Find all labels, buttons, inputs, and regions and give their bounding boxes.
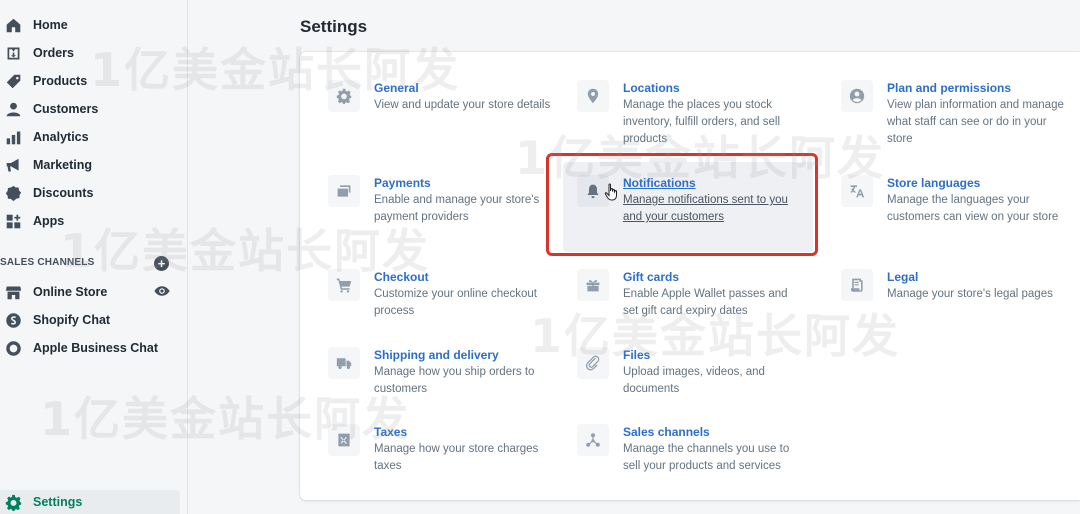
- tile-title: Store languages: [887, 176, 981, 190]
- legal-icon: [841, 269, 873, 301]
- discount-icon: [3, 184, 23, 202]
- tile-description: Manage how your store charges taxes: [374, 443, 539, 472]
- home-icon: [3, 16, 23, 34]
- nav-settings-label: Settings: [33, 495, 83, 509]
- nav-discounts-label: Discounts: [33, 186, 94, 200]
- store-icon: [3, 283, 23, 301]
- tile-description: Manage how you ship orders to customers: [374, 366, 535, 395]
- nav-apps[interactable]: Apps: [0, 210, 188, 232]
- settings-tile-taxes[interactable]: Taxes Manage how your store charges taxe…: [328, 424, 563, 504]
- tile-description: Manage the places you stock inventory, f…: [623, 99, 781, 145]
- tile-title: Taxes: [374, 425, 408, 439]
- tile-description: Enable Apple Wallet passes and set gift …: [623, 288, 788, 317]
- nav-products-label: Products: [33, 74, 88, 88]
- sidebar: Home Orders Products Customers Analytics…: [0, 0, 188, 514]
- settings-tile-checkout[interactable]: Checkout Customize your online checkout …: [328, 269, 563, 349]
- tile-title: Plan and permissions: [887, 81, 1012, 95]
- nav-apple-business-chat-label: Apple Business Chat: [33, 341, 159, 355]
- nav-analytics[interactable]: Analytics: [0, 126, 188, 148]
- translate-icon: [841, 175, 873, 207]
- settings-tile-sales-channels[interactable]: Sales channels Manage the channels you u…: [577, 424, 812, 504]
- nav-discounts[interactable]: Discounts: [0, 182, 188, 204]
- settings-tile-gift-cards[interactable]: Gift cards Enable Apple Wallet passes an…: [577, 269, 812, 349]
- gear-icon: [3, 494, 23, 511]
- gift-icon: [577, 269, 609, 301]
- nav-customers-label: Customers: [33, 102, 99, 116]
- settings-tile-general[interactable]: General View and update your store detai…: [328, 80, 563, 160]
- person-icon: [3, 100, 23, 118]
- location-pin-icon: [577, 80, 609, 112]
- tile-title: Sales channels: [623, 425, 710, 439]
- nav-home[interactable]: Home: [0, 14, 188, 36]
- add-sales-channel-button[interactable]: +: [154, 256, 169, 271]
- settings-tile-legal[interactable]: Legal Manage your store's legal pages: [841, 269, 1076, 349]
- nav-shopify-chat-label: Shopify Chat: [33, 313, 111, 327]
- tile-description: Upload images, videos, and documents: [623, 366, 765, 395]
- bar-chart-icon: [3, 128, 23, 146]
- shopify-chat-icon: [3, 311, 23, 329]
- tile-description: Manage the languages your customers can …: [887, 194, 1059, 223]
- settings-tile-locations[interactable]: Locations Manage the places you stock in…: [577, 80, 812, 160]
- settings-tile-shipping[interactable]: Shipping and delivery Manage how you shi…: [328, 347, 563, 427]
- tile-description: Manage your store's legal pages: [887, 288, 1053, 300]
- apps-icon: [3, 212, 23, 230]
- payments-icon: [328, 175, 360, 207]
- tile-title: Locations: [623, 81, 680, 95]
- tile-title: Payments: [374, 176, 431, 190]
- nav-analytics-label: Analytics: [33, 130, 89, 144]
- tile-description: Customize your online checkout process: [374, 288, 537, 317]
- eye-icon[interactable]: [154, 284, 170, 298]
- settings-tile-files[interactable]: Files Upload images, videos, and documen…: [577, 347, 812, 427]
- sales-channels-icon: [577, 424, 609, 456]
- nav-online-store-label: Online Store: [33, 285, 108, 299]
- tile-title: Legal: [887, 270, 919, 284]
- settings-tile-store-languages[interactable]: Store languages Manage the languages you…: [841, 175, 1076, 255]
- sales-channels-heading: SALES CHANNELS: [0, 257, 95, 268]
- nav-shopify-chat[interactable]: Shopify Chat: [0, 309, 188, 331]
- orders-icon: [3, 44, 23, 62]
- nav-orders-label: Orders: [33, 46, 74, 60]
- nav-marketing-label: Marketing: [33, 158, 93, 172]
- tile-title: General: [374, 81, 419, 95]
- megaphone-icon: [3, 156, 23, 174]
- tile-description: View and update your store details: [374, 99, 551, 111]
- tile-description: Enable and manage your store's payment p…: [374, 194, 540, 223]
- tile-title: Checkout: [374, 270, 429, 284]
- hand-cursor-icon: [604, 183, 617, 201]
- nav-home-label: Home: [33, 18, 68, 32]
- paperclip-icon: [577, 347, 609, 379]
- tag-icon: [3, 72, 23, 90]
- tile-title: Gift cards: [623, 270, 680, 284]
- tile-title: Files: [623, 348, 651, 362]
- highlight-annotation: [546, 153, 818, 256]
- nav-products[interactable]: Products: [0, 70, 188, 92]
- truck-icon: [328, 347, 360, 379]
- settings-tile-payments[interactable]: Payments Enable and manage your store's …: [328, 175, 563, 255]
- nav-marketing[interactable]: Marketing: [0, 154, 188, 176]
- settings-tile-plan-permissions[interactable]: Plan and permissions View plan informati…: [841, 80, 1076, 160]
- apple-chat-icon: [3, 339, 23, 357]
- nav-orders[interactable]: Orders: [0, 42, 188, 64]
- tile-description: Manage the channels you use to sell your…: [623, 443, 790, 472]
- account-icon: [841, 80, 873, 112]
- nav-customers[interactable]: Customers: [0, 98, 188, 120]
- nav-apps-label: Apps: [33, 214, 65, 228]
- page-title: Settings: [300, 17, 368, 36]
- nav-settings[interactable]: Settings: [0, 490, 180, 514]
- taxes-icon: [328, 424, 360, 456]
- gear-icon: [328, 80, 360, 112]
- cart-icon: [328, 269, 360, 301]
- tile-description: View plan information and manage what st…: [887, 99, 1064, 145]
- nav-apple-business-chat[interactable]: Apple Business Chat: [0, 337, 188, 359]
- tile-title: Shipping and delivery: [374, 348, 499, 362]
